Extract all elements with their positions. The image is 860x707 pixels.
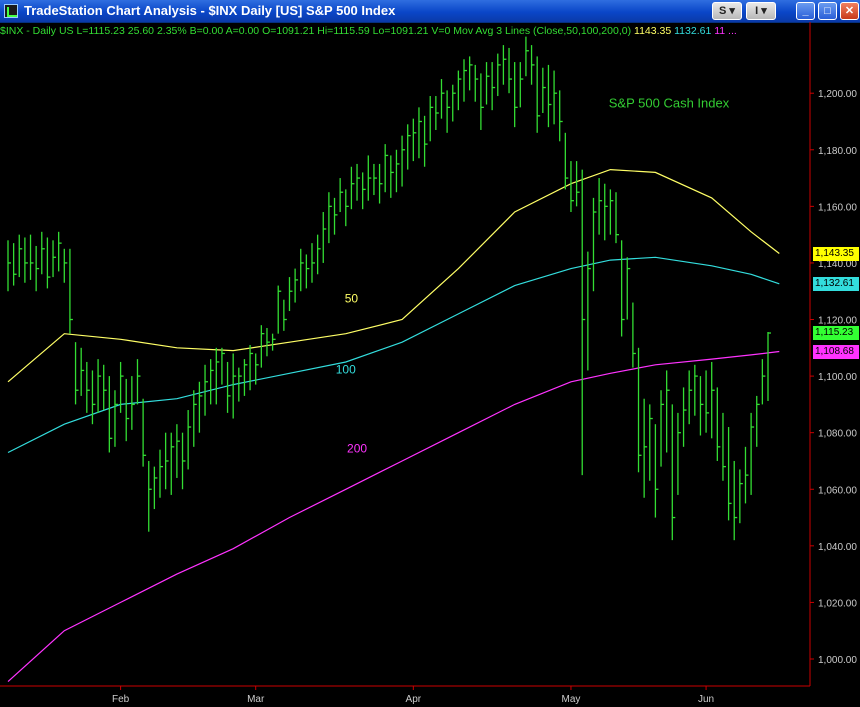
- symbol-text: $INX - Daily: [0, 25, 57, 37]
- ma-100-label: 100: [336, 362, 356, 376]
- price-chart[interactable]: 1,000.00 1,020.00 1,040.00 1,060.00 1,080.00…: [0, 22, 860, 707]
- last-value-label: 1,132.61: [813, 276, 859, 291]
- ma200-value: 11 ...: [714, 25, 737, 37]
- bid-price: B=0.00: [189, 25, 224, 37]
- y-tick-label: 1,180.00: [818, 146, 857, 157]
- minimize-button[interactable]: _: [796, 2, 815, 20]
- ma-200-label: 200: [347, 441, 367, 455]
- x-tick-label: May: [562, 694, 581, 705]
- status-line: $INX - Daily US L=1115.23 25.60 2.35% B=…: [0, 23, 812, 39]
- ma-200-line: [7, 350, 780, 683]
- x-tick-label: Apr: [406, 694, 422, 705]
- last-value-label: 1,143.35: [813, 246, 859, 261]
- study-name: Mov Avg 3 Lines (Close,50,100,200,0): [453, 25, 632, 37]
- net-change: 25.60: [127, 25, 155, 37]
- y-tick-label: 1,200.00: [818, 89, 857, 100]
- open-price: O=1091.21: [262, 25, 315, 37]
- ma-50-label: 50: [345, 292, 359, 306]
- y-tick-label: 1,100.00: [818, 372, 857, 383]
- y-tick-label: 1,060.00: [818, 485, 857, 496]
- ma-50-line: [7, 168, 780, 383]
- x-tick-label: Feb: [112, 694, 130, 705]
- last-price: L=1115.23: [76, 25, 125, 37]
- y-tick-label: 1,140.00: [818, 259, 857, 270]
- y-tick-label: 1,080.00: [818, 429, 857, 440]
- x-tick-label: Mar: [247, 694, 265, 705]
- exchange-text: US: [58, 25, 74, 37]
- title-bar: TradeStation Chart Analysis - $INX Daily…: [0, 0, 860, 23]
- y-tick-label: 1,040.00: [818, 542, 857, 553]
- symbol-link-button[interactable]: S ▾: [712, 2, 742, 20]
- close-button[interactable]: ✕: [840, 2, 859, 20]
- ma50-value: 1143.35: [634, 25, 672, 37]
- low-price: Lo=1091.21: [372, 25, 429, 37]
- window-title: TradeStation Chart Analysis - $INX Daily…: [24, 3, 396, 18]
- interval-link-label: I: [755, 5, 759, 17]
- chart-title: S&P 500 Cash Index: [609, 95, 730, 110]
- y-tick-label: 1,120.00: [818, 316, 857, 327]
- y-tick-label: 1,000.00: [818, 655, 857, 666]
- y-tick-label: 1,160.00: [818, 202, 857, 213]
- app-icon: [4, 4, 18, 18]
- y-tick-label: 1,020.00: [818, 598, 857, 609]
- x-tick-label: Jun: [698, 694, 714, 705]
- volume-text: V=0: [431, 25, 451, 37]
- high-price: Hi=1115.59: [317, 25, 370, 37]
- interval-link-button[interactable]: I ▾: [746, 2, 776, 20]
- last-value-label: 1,108.68: [813, 344, 859, 359]
- last-value-label: 1,115.23: [813, 326, 859, 340]
- ma-100-line: [7, 256, 780, 454]
- pct-change: 2.35%: [156, 25, 187, 37]
- ma100-value: 1132.61: [674, 25, 712, 37]
- ask-price: A=0.00: [225, 25, 260, 37]
- symbol-link-label: S: [719, 5, 727, 17]
- maximize-button[interactable]: □: [818, 2, 837, 20]
